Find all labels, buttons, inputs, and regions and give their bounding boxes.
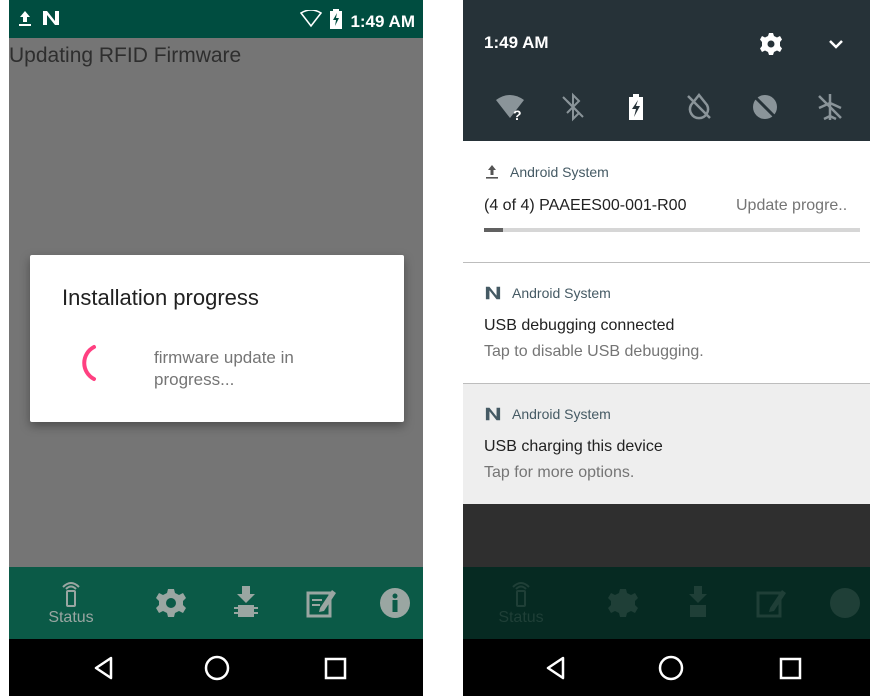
back-icon[interactable] [89,653,119,683]
notification-header: Android System [484,163,609,181]
dialog-message: firmware update in progress... [154,347,354,391]
bottom-tab-bar: Status [9,567,423,639]
recents-icon[interactable] [775,653,805,683]
dialog-message-line2: progress... [154,370,235,389]
status-bar: 1:49 AM [9,0,423,38]
firmware-icon [234,586,258,617]
notification-text: Tap to disable USB debugging. [484,343,704,360]
tab-firmware[interactable] [216,567,276,639]
home-icon[interactable] [656,653,686,683]
airplane-mode-off-icon[interactable] [815,92,845,122]
gear-icon [156,589,186,617]
scrim-area [463,504,870,567]
notification-update[interactable]: Android System (4 of 4) PAAEES00-001-R00… [463,141,870,262]
notification-app-name: Android System [510,164,609,180]
notification-header: Android System [484,285,611,301]
rfid-icon [512,582,530,607]
edit-icon [756,590,786,618]
notification-progress-bar [484,228,860,232]
invert-colors-off-icon[interactable] [684,92,714,122]
tab-info[interactable] [365,567,423,639]
wifi-unknown-icon[interactable]: ? [495,92,525,122]
notification-progress-text: Update progre.. [736,197,848,214]
dialog-message-line1: firmware update in [154,348,294,367]
notification-usb-debugging[interactable]: Android System USB debugging connected T… [463,263,870,383]
activity-title: Updating RFID Firmware [9,44,242,67]
gear-icon[interactable] [759,32,783,56]
tab-firmware [668,567,728,639]
notification-progress-fill [484,228,503,232]
svg-text:?: ? [513,107,522,122]
left-screen: 1:49 AM Updating RFID Firmware Installat… [9,0,423,696]
notification-app-name: Android System [512,406,611,422]
info-icon [830,588,860,618]
dialog-title: Installation progress [62,285,259,310]
rfid-icon [62,582,80,607]
do-not-disturb-off-icon[interactable] [750,92,780,122]
tab-info [815,567,870,639]
navigation-bar [463,639,870,696]
n-logo-icon [485,286,501,300]
notification-usb-charging[interactable]: Android System USB charging this device … [463,384,870,504]
upload-icon [486,165,498,179]
n-logo-icon [485,407,501,421]
quick-settings-panel: 1:49 AM ? [463,0,870,141]
progress-spinner-icon [82,345,96,381]
tab-settings[interactable] [141,567,201,639]
right-screen: 1:49 AM ? Android System (4 of 4) PAAEES… [463,0,870,696]
navigation-bar [9,639,423,696]
tab-status-label: Status [498,609,544,626]
notification-title: (4 of 4) PAAEES00-001-R00 [484,197,687,214]
bottom-tab-bar-dimmed: Status [463,567,870,639]
installation-progress-dialog: Installation progress firmware update in… [30,255,404,422]
tab-status[interactable]: Status [41,567,101,639]
notification-app-name: Android System [512,285,611,301]
gear-icon [608,589,638,617]
notification-header: Android System [484,406,611,422]
notification-title: USB charging this device [484,438,663,455]
battery-charging-icon[interactable] [621,92,651,122]
tab-edit [741,567,801,639]
back-icon[interactable] [541,653,571,683]
qs-time: 1:49 AM [484,33,549,52]
battery-charging-icon [330,9,343,34]
wifi-icon [300,9,323,33]
tab-settings [593,567,653,639]
n-logo-icon [41,9,61,32]
home-icon[interactable] [202,653,232,683]
firmware-icon [689,586,707,617]
bluetooth-off-icon[interactable] [558,92,588,122]
chevron-down-icon[interactable] [824,32,848,56]
tab-status: Status [491,567,551,639]
notification-text: Tap for more options. [484,464,635,481]
tab-status-label: Status [48,609,94,626]
recents-icon[interactable] [320,653,350,683]
info-icon [380,588,410,618]
notification-title: USB debugging connected [484,317,675,334]
edit-icon [306,590,336,618]
status-time: 1:49 AM [350,11,415,31]
upload-icon [17,8,33,33]
tab-edit[interactable] [291,567,351,639]
